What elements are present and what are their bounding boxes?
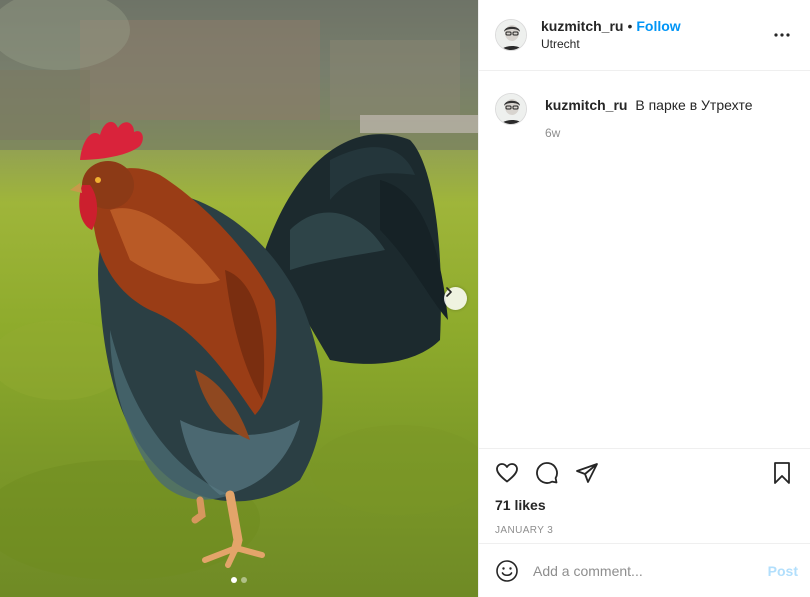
profile-photo bbox=[496, 20, 526, 50]
more-options-button[interactable] bbox=[770, 23, 794, 47]
comment-icon bbox=[536, 462, 558, 484]
comment-input[interactable] bbox=[533, 562, 768, 579]
caption-username[interactable]: kuzmitch_ru bbox=[545, 97, 627, 113]
emoji-button[interactable] bbox=[495, 559, 519, 583]
carousel-indicator bbox=[0, 577, 478, 583]
more-options-icon bbox=[774, 33, 790, 37]
smiley-icon bbox=[496, 559, 518, 582]
carousel-dot bbox=[231, 577, 237, 583]
likes-count[interactable]: 71 likes bbox=[495, 497, 794, 513]
post-photo[interactable] bbox=[0, 0, 478, 597]
rooster-image bbox=[0, 0, 478, 580]
post-date[interactable]: JANUARY 3 bbox=[495, 525, 794, 536]
follow-button[interactable]: Follow bbox=[636, 17, 680, 35]
post-sidebar: kuzmitch_ru • Follow Utrecht kuzmitch_ru… bbox=[478, 0, 810, 597]
paper-plane-icon bbox=[576, 463, 598, 483]
post-header: kuzmitch_ru • Follow Utrecht bbox=[479, 0, 810, 71]
separator-dot: • bbox=[627, 18, 633, 34]
caption-avatar[interactable] bbox=[495, 93, 527, 125]
share-button[interactable] bbox=[575, 461, 599, 485]
post-comment-button[interactable]: Post bbox=[768, 563, 798, 579]
post-location[interactable]: Utrecht bbox=[541, 35, 770, 53]
like-button[interactable] bbox=[495, 461, 519, 485]
carousel-dot bbox=[241, 577, 247, 583]
heart-icon bbox=[496, 463, 518, 483]
chevron-right-icon bbox=[446, 287, 452, 297]
comment-form: Post bbox=[479, 543, 810, 597]
author-username[interactable]: kuzmitch_ru bbox=[541, 17, 623, 35]
post-dialog: kuzmitch_ru • Follow Utrecht kuzmitch_ru… bbox=[0, 0, 810, 597]
caption-comment: kuzmitch_ru В парке в Утрехте 6w bbox=[495, 93, 794, 140]
comments-list[interactable]: kuzmitch_ru В парке в Утрехте 6w bbox=[479, 71, 810, 449]
author-avatar[interactable] bbox=[495, 19, 527, 51]
comment-button[interactable] bbox=[535, 461, 559, 485]
bookmark-icon bbox=[774, 462, 790, 484]
post-actions: 71 likes JANUARY 3 bbox=[479, 448, 810, 543]
profile-photo bbox=[496, 94, 526, 124]
caption-timestamp[interactable]: 6w bbox=[545, 126, 752, 140]
save-button[interactable] bbox=[770, 461, 794, 485]
caption-text: В парке в Утрехте bbox=[635, 97, 753, 113]
carousel-next-button[interactable] bbox=[444, 287, 467, 310]
